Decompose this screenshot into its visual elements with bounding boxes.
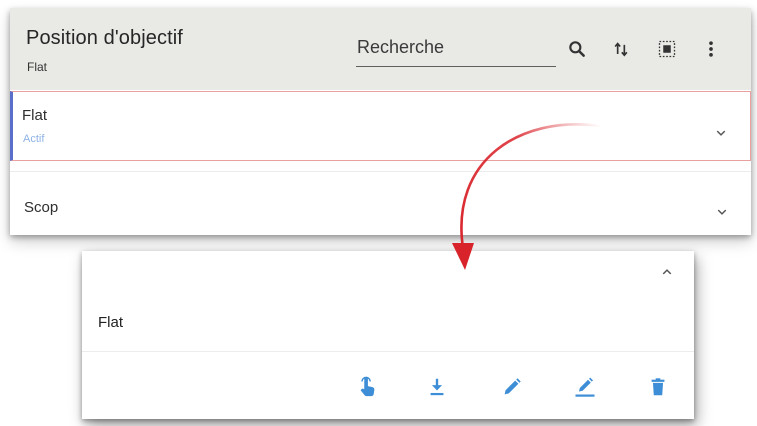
delete-button[interactable] bbox=[645, 374, 671, 400]
search-field[interactable] bbox=[356, 30, 556, 67]
select-all-icon bbox=[658, 40, 676, 58]
list-item-label: Scop bbox=[24, 199, 59, 216]
page-subtitle: Flat bbox=[27, 60, 48, 74]
item-name: Flat bbox=[98, 314, 124, 331]
screenshot-stage: Position d'objectif Flat Recherche Flat … bbox=[0, 0, 757, 426]
rename-button[interactable] bbox=[572, 374, 598, 400]
page-title: Position d'objectif bbox=[26, 27, 183, 49]
more-options-button[interactable] bbox=[696, 34, 726, 64]
select-all-button[interactable] bbox=[652, 34, 682, 64]
search-button[interactable] bbox=[562, 34, 592, 64]
list-item-flat[interactable]: Flat Actif bbox=[10, 91, 751, 161]
chevron-down-icon[interactable] bbox=[713, 203, 731, 221]
edit-button[interactable] bbox=[499, 374, 525, 400]
chevron-down-icon[interactable] bbox=[712, 124, 730, 142]
download-button[interactable] bbox=[424, 374, 450, 400]
list-item-label: Flat bbox=[22, 107, 48, 124]
sort-button[interactable] bbox=[606, 34, 636, 64]
delete-icon bbox=[651, 378, 665, 396]
action-bar bbox=[82, 351, 694, 420]
status-badge: Actif bbox=[23, 133, 45, 145]
list-item-scop[interactable]: Scop bbox=[10, 171, 751, 235]
edit-underline-icon bbox=[575, 377, 595, 397]
activate-button[interactable] bbox=[354, 374, 380, 400]
touch-icon bbox=[360, 376, 375, 397]
objective-position-panel: Position d'objectif Flat Recherche Flat … bbox=[10, 8, 751, 235]
download-icon bbox=[430, 378, 444, 396]
panel-header: Position d'objectif Flat bbox=[10, 8, 751, 90]
expanded-item-panel: Flat bbox=[82, 251, 694, 419]
sort-icon bbox=[614, 42, 628, 57]
search-input[interactable] bbox=[356, 30, 555, 64]
more-vert-icon bbox=[709, 41, 713, 57]
chevron-up-icon[interactable] bbox=[658, 263, 676, 281]
search-icon bbox=[569, 41, 585, 57]
edit-icon bbox=[504, 378, 521, 395]
